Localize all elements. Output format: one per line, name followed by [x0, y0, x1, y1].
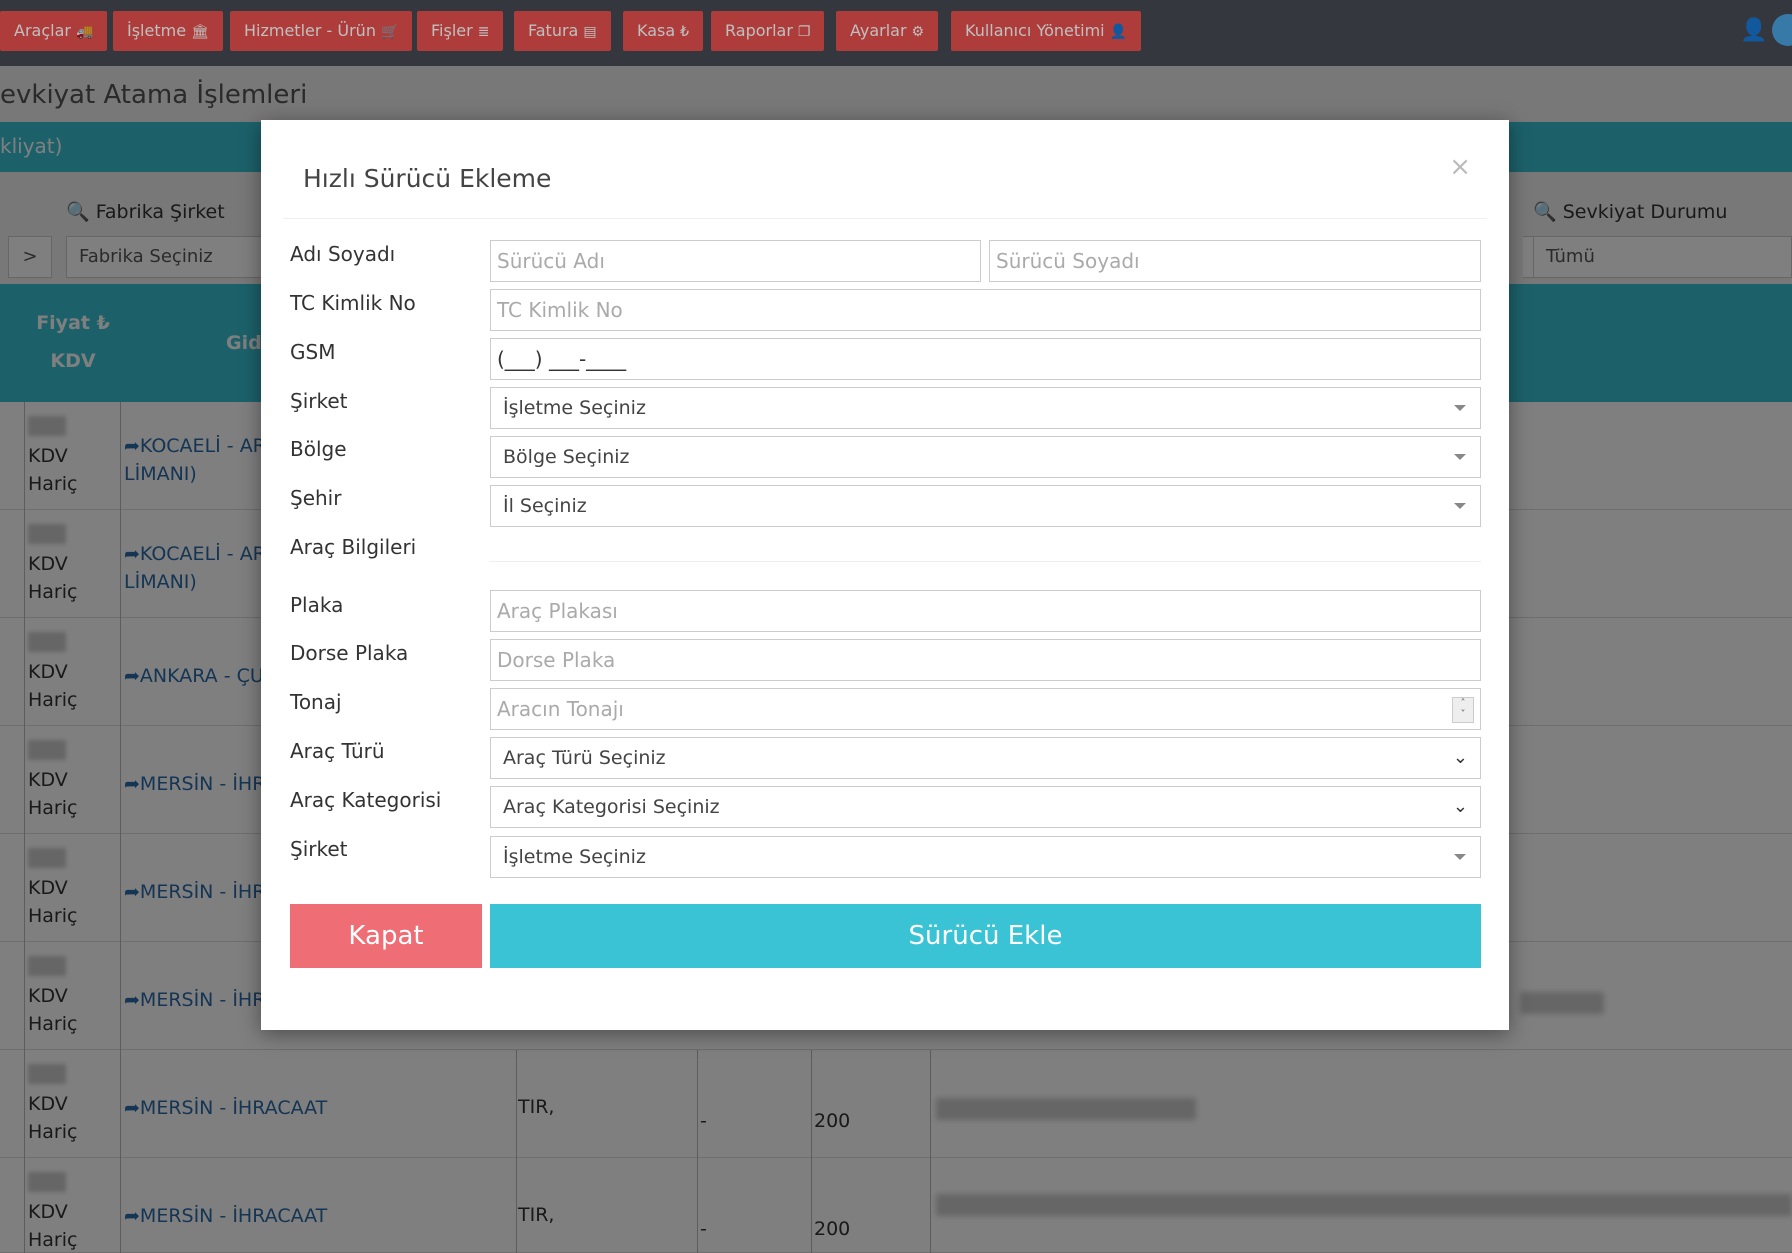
modal-title: Hızlı Sürücü Ekleme — [303, 164, 552, 193]
gsm-input[interactable]: (___) ___-____ — [490, 338, 1481, 380]
trailer-plate-label: Dorse Plaka — [290, 641, 409, 665]
first-name-input[interactable]: Sürücü Adı — [490, 240, 981, 282]
add-driver-button[interactable]: Sürücü Ekle — [490, 904, 1481, 968]
region-select[interactable]: Bölge Seçiniz — [490, 436, 1481, 478]
region-label: Bölge — [290, 437, 347, 461]
gsm-label: GSM — [290, 340, 336, 364]
chevron-down-icon: ⌄ — [1452, 796, 1468, 817]
trailer-plate-input[interactable]: Dorse Plaka — [490, 639, 1481, 681]
navbar-shade — [0, 0, 1792, 66]
chevron-down-icon: ⌄ — [1452, 747, 1468, 768]
plate-input[interactable]: Araç Plakası — [490, 590, 1481, 632]
caret-down-icon — [1454, 503, 1466, 509]
tc-label: TC Kimlik No — [290, 291, 416, 315]
name-label: Adı Soyadı — [290, 242, 396, 266]
vehicle-type-select[interactable]: Araç Türü Seçiniz ⌄ — [490, 737, 1481, 779]
modal-divider — [283, 218, 1487, 219]
caret-down-icon — [1454, 405, 1466, 411]
caret-down-icon — [1454, 454, 1466, 460]
tonnage-label: Tonaj — [290, 690, 342, 714]
city-label: Şehir — [290, 486, 342, 510]
company-select[interactable]: İşletme Seçiniz — [490, 387, 1481, 429]
vehicle-type-label: Araç Türü — [290, 739, 385, 763]
tc-input[interactable]: TC Kimlik No — [490, 289, 1481, 331]
company2-select[interactable]: İşletme Seçiniz — [490, 836, 1481, 878]
number-spinner-icon[interactable]: ˄ ˅ — [1452, 697, 1474, 723]
last-name-input[interactable]: Sürücü Soyadı — [989, 240, 1481, 282]
quick-driver-modal: Hızlı Sürücü Ekleme × Adı Soyadı Sürücü … — [261, 120, 1509, 1030]
vehicle-category-label: Araç Kategorisi — [290, 788, 442, 812]
company-label: Şirket — [290, 389, 348, 413]
caret-down-icon — [1454, 854, 1466, 860]
tonnage-input[interactable]: Aracın Tonajı ˄ ˅ — [490, 688, 1481, 730]
plate-label: Plaka — [290, 593, 344, 617]
vehicle-category-select[interactable]: Araç Kategorisi Seçiniz ⌄ — [490, 786, 1481, 828]
close-button[interactable]: Kapat — [290, 904, 482, 968]
vehicle-section-label: Araç Bilgileri — [290, 535, 417, 559]
section-divider — [489, 561, 1481, 562]
company2-label: Şirket — [290, 837, 348, 861]
close-icon[interactable]: × — [1449, 152, 1471, 182]
city-select[interactable]: İl Seçiniz — [490, 485, 1481, 527]
